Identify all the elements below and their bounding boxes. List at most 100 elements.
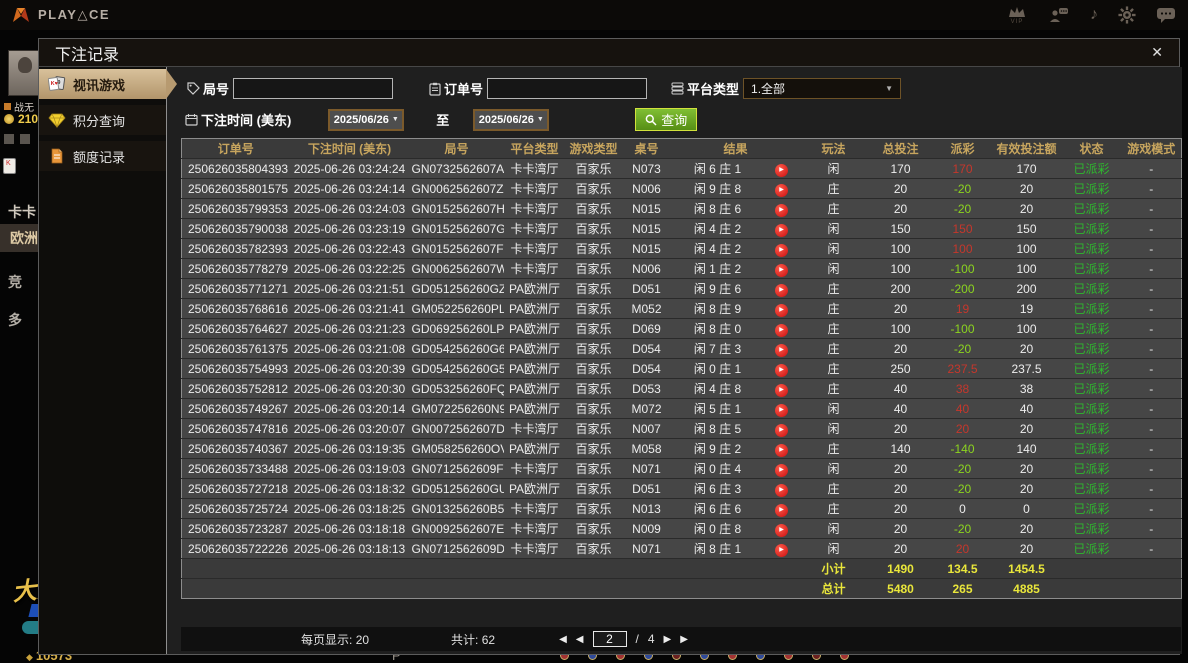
- cell-game-mode: -: [1122, 459, 1182, 479]
- cell-play-type: 闲: [800, 159, 868, 179]
- close-icon[interactable]: ✕: [1151, 44, 1163, 61]
- replay-video-icon[interactable]: ▶: [775, 464, 788, 477]
- replay-video-icon[interactable]: ▶: [775, 444, 788, 457]
- cell-total-bet: 20: [868, 539, 934, 559]
- cell-game-mode: -: [1122, 279, 1182, 299]
- replay-video-icon[interactable]: ▶: [775, 344, 788, 357]
- replay-video-icon[interactable]: ▶: [775, 424, 788, 437]
- replay-video-icon[interactable]: ▶: [775, 264, 788, 277]
- playace-logo-icon: [12, 6, 32, 24]
- cell-total-bet: 200: [868, 279, 934, 299]
- replay-video-icon[interactable]: ▶: [775, 364, 788, 377]
- vip-icon[interactable]: VIP: [1006, 6, 1028, 25]
- cell-status: 已派彩: [1062, 179, 1122, 199]
- first-page-icon[interactable]: ◀: [559, 634, 567, 645]
- replay-video-icon[interactable]: ▶: [775, 244, 788, 257]
- total-pages: 4: [648, 632, 655, 646]
- cell-play-type: 庄: [800, 199, 868, 219]
- total-count-info: 共计: 62: [451, 631, 495, 648]
- cell-valid-bet: 200: [992, 279, 1062, 299]
- pagination-bar: 每页显示: 20 共计: 62 ◀ ◀ 2 / 4 ▶ ▶: [181, 627, 1181, 651]
- replay-video-icon[interactable]: ▶: [775, 524, 788, 537]
- cell-total-bet: 20: [868, 459, 934, 479]
- cell-status: 已派彩: [1062, 319, 1122, 339]
- cell-play-type: 闲: [800, 419, 868, 439]
- cell-round-id: GN013256260B5: [410, 499, 504, 519]
- replay-video-icon[interactable]: ▶: [775, 544, 788, 557]
- cell-valid-bet: 100: [992, 239, 1062, 259]
- avatar[interactable]: [8, 50, 42, 96]
- customer-service-icon[interactable]: [1048, 6, 1070, 24]
- total-row: 总计 5480 265 4885: [182, 579, 1182, 599]
- cell-round-id: GD069256260LP: [410, 319, 504, 339]
- page-number-input[interactable]: 2: [593, 631, 627, 647]
- replay-video-icon[interactable]: ▶: [775, 484, 788, 497]
- prev-page-icon[interactable]: ◀: [576, 634, 584, 645]
- table-row: 250626035761375 2025-06-26 03:21:08 GD05…: [182, 339, 1182, 359]
- last-page-icon[interactable]: ▶: [680, 634, 688, 645]
- total-bet: 5480: [868, 579, 934, 599]
- cell-round-id: GN0152562607H: [410, 199, 504, 219]
- search-button[interactable]: 查询: [635, 108, 697, 131]
- replay-video-icon[interactable]: ▶: [775, 384, 788, 397]
- tab-points-query[interactable]: 积分查询: [39, 105, 166, 135]
- platform-type-select[interactable]: 1.全部 ▼: [743, 78, 901, 99]
- music-icon[interactable]: ♪: [1090, 7, 1098, 23]
- replay-video-icon[interactable]: ▶: [775, 184, 788, 197]
- app-topbar: PLAY△CE VIP ♪: [0, 0, 1188, 30]
- lobby-nav-item[interactable]: 竞: [8, 272, 22, 292]
- order-number-input[interactable]: [487, 78, 647, 99]
- replay-video-icon[interactable]: ▶: [775, 324, 788, 337]
- date-from-select[interactable]: 2025/06/26 ▼: [328, 109, 404, 131]
- cell-play-type: 庄: [800, 479, 868, 499]
- cell-bet-time: 2025-06-26 03:18:18: [290, 519, 410, 539]
- cell-payout: 100: [934, 239, 992, 259]
- cell-order-id: 250626035771271: [182, 279, 290, 299]
- replay-video-icon[interactable]: ▶: [775, 224, 788, 237]
- column-header: 状态: [1062, 139, 1122, 159]
- next-page-icon[interactable]: ▶: [664, 634, 672, 645]
- cell-platform: 卡卡湾厅: [504, 159, 566, 179]
- cell-status: 已派彩: [1062, 339, 1122, 359]
- cell-game-mode: -: [1122, 419, 1182, 439]
- cell-order-id: 250626035722226: [182, 539, 290, 559]
- cell-payout: 38: [934, 379, 992, 399]
- cell-total-bet: 40: [868, 399, 934, 419]
- cell-table-no: N006: [622, 259, 672, 279]
- column-header: 有效投注额: [992, 139, 1062, 159]
- replay-video-icon[interactable]: ▶: [775, 284, 788, 297]
- cell-payout: -20: [934, 519, 992, 539]
- lobby-nav-item[interactable]: 卡卡: [8, 202, 36, 222]
- cell-replay: ▶: [764, 459, 800, 479]
- lobby-nav-item[interactable]: 多: [8, 310, 22, 330]
- replay-video-icon[interactable]: ▶: [775, 304, 788, 317]
- cell-status: 已派彩: [1062, 199, 1122, 219]
- cell-replay: ▶: [764, 279, 800, 299]
- round-number-input[interactable]: [233, 78, 393, 99]
- replay-video-icon[interactable]: ▶: [775, 204, 788, 217]
- tab-quota-records[interactable]: 额度记录: [39, 141, 166, 171]
- cell-round-id: GD051256260GZ: [410, 279, 504, 299]
- settings-gear-icon[interactable]: [1118, 6, 1136, 24]
- tab-video-games[interactable]: 9 K♥ 视讯游戏: [39, 69, 166, 99]
- cell-status: 已派彩: [1062, 459, 1122, 479]
- cell-order-id: 250626035727218: [182, 479, 290, 499]
- cell-game-mode: -: [1122, 199, 1182, 219]
- cell-bet-time: 2025-06-26 03:20:07: [290, 419, 410, 439]
- cell-status: 已派彩: [1062, 419, 1122, 439]
- table-row: 250626035749267 2025-06-26 03:20:14 GM07…: [182, 399, 1182, 419]
- date-to-select[interactable]: 2025/06/26 ▼: [473, 109, 549, 131]
- cell-game-mode: -: [1122, 379, 1182, 399]
- replay-video-icon[interactable]: ▶: [775, 404, 788, 417]
- total-valid: 4885: [992, 579, 1062, 599]
- cell-table-no: D069: [622, 319, 672, 339]
- cell-order-id: 250626035790038: [182, 219, 290, 239]
- tag-icon: [187, 82, 200, 95]
- cell-round-id: GM072256260N9: [410, 399, 504, 419]
- cell-status: 已派彩: [1062, 479, 1122, 499]
- modal-sidebar: 9 K♥ 视讯游戏 积分查询: [39, 67, 167, 654]
- chat-icon[interactable]: [1156, 7, 1176, 24]
- replay-video-icon[interactable]: ▶: [775, 504, 788, 517]
- cell-play-type: 庄: [800, 179, 868, 199]
- replay-video-icon[interactable]: ▶: [775, 164, 788, 177]
